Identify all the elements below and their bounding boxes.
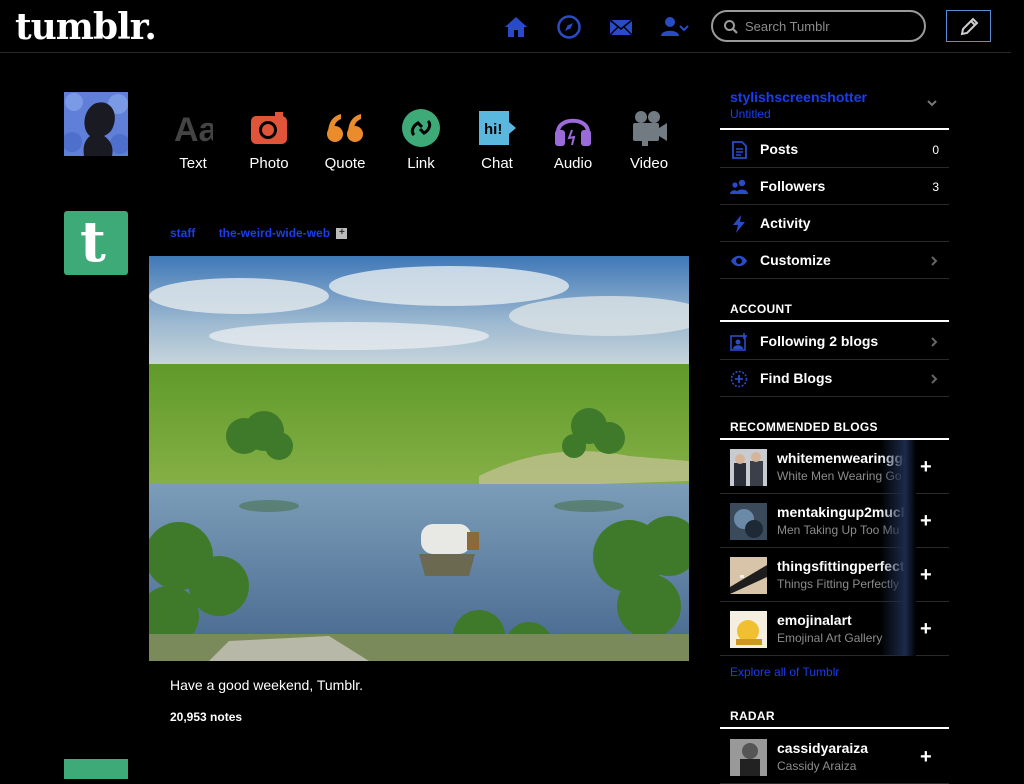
recommended-blog-item[interactable]: mentakingup2much Men Taking Up Too Mu + (720, 494, 949, 548)
post-type-audio[interactable]: Audio (535, 100, 611, 180)
account-icon[interactable] (660, 14, 690, 40)
video-camera-icon (633, 111, 667, 146)
sidebar-item-following[interactable]: Following 2 blogs (720, 323, 949, 360)
sidebar-item-posts[interactable]: Posts 0 (720, 131, 949, 168)
chat-hi-icon: hi! (479, 111, 516, 145)
post-type-video[interactable]: Video (611, 100, 687, 180)
sidebar-item-followers[interactable]: Followers 3 (720, 168, 949, 205)
post-notes-count[interactable]: 20,953 notes (170, 710, 242, 724)
sidebar-item-activity[interactable]: Activity (720, 205, 949, 242)
blog-thumbnail (730, 557, 767, 594)
quote-icon (327, 114, 363, 142)
explore-all-link[interactable]: Explore all of Tumblr (730, 665, 839, 679)
blog-name[interactable]: stylishscreenshotter (730, 89, 867, 105)
account-section-title: ACCOUNT (730, 302, 793, 316)
search-input[interactable] (745, 17, 915, 35)
section-divider (720, 320, 949, 322)
post-type-text[interactable]: Aa Text (155, 100, 231, 180)
fade-overlay (880, 440, 916, 494)
post-type-bar: Aa Text Photo Quote Link hi! Chat Audio … (149, 100, 689, 180)
blog-title: Untitled (730, 107, 771, 121)
headphones-icon (555, 118, 591, 146)
reblog-source-link[interactable]: the-weird-wide-web (219, 226, 330, 240)
link-icon (402, 109, 440, 147)
tumblr-logo[interactable]: tumblr. (15, 6, 157, 48)
post-photo[interactable] (149, 256, 689, 661)
post-header: staff the-weird-wide-web + (170, 226, 348, 240)
post-type-photo[interactable]: Photo (231, 100, 307, 180)
text-aa-icon: Aa (174, 111, 213, 148)
blog-thumbnail (730, 503, 767, 540)
blog-thumbnail (730, 611, 767, 648)
follow-plus-icon[interactable]: + (920, 746, 932, 769)
svg-text:Aa: Aa (174, 111, 213, 148)
inbox-mail-icon[interactable] (608, 14, 634, 40)
eye-icon (731, 255, 747, 267)
blog-thumbnail (730, 739, 767, 776)
sidebar-item-find-blogs[interactable]: Find Blogs (720, 360, 949, 397)
post-type-quote[interactable]: Quote (307, 100, 383, 180)
blog-switcher[interactable]: stylishscreenshotter Untitled (720, 82, 949, 130)
chevron-right-icon (931, 337, 938, 347)
sidebar-item-customize[interactable]: Customize (720, 242, 949, 279)
follow-plus-icon[interactable]: + (920, 456, 932, 479)
follow-plus-icon[interactable]: + (336, 228, 348, 240)
radar-section-title: RADAR (730, 709, 775, 723)
top-navbar: tumblr. (0, 0, 1011, 53)
next-post-avatar[interactable] (64, 759, 128, 779)
follow-plus-icon[interactable]: + (920, 618, 932, 641)
radar-blog-item[interactable]: cassidyaraiza Cassidy Araiza + (720, 730, 949, 784)
posts-icon (732, 141, 747, 159)
follow-plus-icon[interactable]: + (920, 510, 932, 533)
follow-plus-icon[interactable]: + (920, 564, 932, 587)
section-divider (720, 727, 949, 729)
recommended-blog-item[interactable]: thingsfittingperfectly Things Fitting Pe… (720, 548, 949, 602)
activity-bolt-icon (733, 215, 745, 233)
svg-text:hi!: hi! (484, 121, 502, 138)
user-avatar[interactable] (64, 92, 128, 156)
user-silhouette-icon (64, 93, 128, 156)
recommended-blog-item[interactable]: whitemenwearinggoo White Men Wearing Go … (720, 440, 949, 494)
home-icon[interactable] (503, 14, 529, 40)
fade-overlay (880, 602, 916, 656)
search-box[interactable] (711, 10, 926, 42)
find-blogs-icon (730, 370, 748, 388)
fade-overlay (880, 548, 916, 602)
staff-t-logo: t (80, 209, 106, 275)
following-icon (730, 333, 747, 351)
chevron-down-icon[interactable] (926, 97, 938, 109)
search-icon (724, 20, 738, 34)
camera-icon (251, 112, 287, 144)
post-caption: Have a good weekend, Tumblr. (170, 677, 364, 693)
recommended-section-title: RECOMMENDED BLOGS (730, 420, 878, 434)
followers-icon (730, 179, 748, 194)
fade-overlay (880, 494, 916, 548)
post-type-chat[interactable]: hi! Chat (459, 100, 535, 180)
compose-button[interactable] (946, 10, 991, 42)
chevron-right-icon (931, 374, 938, 384)
explore-compass-icon[interactable] (556, 14, 582, 40)
landscape-gif-image (149, 256, 689, 661)
post-author-link[interactable]: staff (170, 226, 195, 240)
post-type-link[interactable]: Link (383, 100, 459, 180)
compose-pencil-icon (960, 17, 979, 36)
recommended-blog-item[interactable]: emojinalart Emojinal Art Gallery + (720, 602, 949, 656)
blog-thumbnail (730, 449, 767, 486)
chevron-right-icon (931, 256, 938, 266)
staff-avatar[interactable]: t (64, 209, 128, 275)
